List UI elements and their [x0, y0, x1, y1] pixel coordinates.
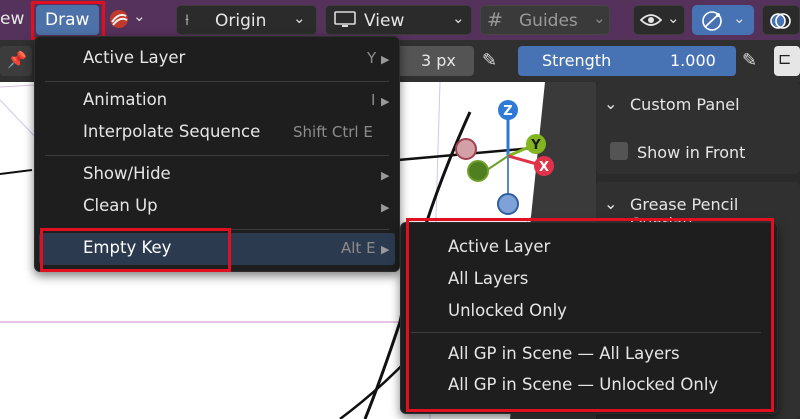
- pin-button[interactable]: 📌: [0, 46, 32, 76]
- lock-icon: ⊏: [778, 49, 792, 68]
- menu-separator: [45, 155, 389, 156]
- submenu-arrow-icon: ▶: [381, 53, 390, 66]
- shortcut-alt-e: Alt E: [341, 239, 376, 257]
- shortcut-y: Y: [367, 49, 377, 67]
- show-in-front-checkbox[interactable]: [610, 142, 628, 160]
- submenu-arrow-icon: ▶: [381, 243, 390, 256]
- overlays-button[interactable]: [762, 5, 800, 35]
- monitor-icon: [334, 11, 356, 33]
- menu-item-active-layer-label: Active Layer: [83, 48, 186, 67]
- transform-pivot-icon: ⟊: [185, 10, 190, 29]
- submenu-arrow-icon: ▶: [381, 201, 390, 214]
- viewport-header: ew Draw ⌄ ⟊ Origin ⌄ View ⌄ # Guides ⌄ ⌄…: [0, 0, 800, 40]
- lock-toggle[interactable]: ⊏: [774, 46, 800, 76]
- submenu-arrow-icon: ▶: [381, 169, 390, 182]
- view-label: View: [364, 11, 405, 31]
- custom-panel: ⌄ Custom Panel Show in Front: [596, 82, 800, 174]
- pivot-label: Origin: [215, 11, 267, 31]
- menu-item-active-layer[interactable]: Active Layer: [83, 48, 185, 67]
- custom-panel-title[interactable]: Custom Panel: [630, 95, 740, 114]
- strength-slider[interactable]: Strength 1.000: [518, 46, 736, 76]
- thickness-value: 3 px: [421, 51, 456, 70]
- curve-editing-toggle[interactable]: ⌄: [692, 5, 754, 35]
- menu-item-show-hide[interactable]: Show/Hide: [83, 164, 171, 183]
- chevron-down-icon: ⌄: [293, 9, 306, 27]
- overlay-icon: [769, 10, 791, 36]
- pressure-pen-icon[interactable]: ✎: [482, 50, 497, 71]
- strength-label: Strength: [542, 51, 612, 70]
- view-dropdown[interactable]: View ⌄: [325, 5, 472, 35]
- curve-icon: [700, 10, 724, 36]
- navigation-gizmo[interactable]: Z Y X: [448, 96, 568, 226]
- gizmo-x-label: X: [539, 160, 549, 175]
- pivot-dropdown[interactable]: ⟊ Origin ⌄: [176, 5, 317, 35]
- eye-icon: [639, 12, 663, 32]
- shortcut-i: I: [371, 91, 376, 109]
- menu-item-clean-up[interactable]: Clean Up: [83, 196, 158, 215]
- chevron-down-icon[interactable]: ⌄: [604, 94, 617, 113]
- submenu-arrow-icon: ▶: [381, 95, 390, 108]
- visibility-dropdown[interactable]: ⌄: [633, 5, 685, 35]
- thickness-field[interactable]: 3 px: [396, 46, 474, 76]
- menu-separator: [45, 81, 389, 82]
- shortcut-shift-ctrl-e: Shift Ctrl E: [293, 123, 373, 141]
- guides-label: Guides: [519, 11, 578, 31]
- highlight-box-empty-key: [40, 228, 231, 272]
- chevron-down-icon: ⌄: [667, 9, 680, 27]
- chevron-down-icon[interactable]: ⌄: [604, 194, 617, 213]
- highlight-box-draw: [31, 1, 105, 40]
- gizmo-y-label: Y: [530, 138, 541, 153]
- gizmo-z-label: Z: [503, 104, 512, 119]
- chevron-down-icon: ⌄: [452, 9, 465, 27]
- pressure-pen-icon[interactable]: ✎: [742, 50, 757, 71]
- material-icon[interactable]: [108, 8, 130, 30]
- strength-value: 1.000: [670, 51, 716, 70]
- view-menu-partial[interactable]: ew: [0, 9, 24, 29]
- chevron-down-icon: ⌄: [593, 9, 606, 27]
- guides-dropdown[interactable]: # Guides ⌄: [480, 5, 610, 35]
- chevron-down-icon[interactable]: ⌄: [133, 7, 146, 25]
- highlight-box-submenu: [406, 218, 774, 412]
- menu-item-animation[interactable]: Animation: [83, 90, 167, 109]
- chevron-down-icon: ⌄: [733, 9, 746, 27]
- grid-icon: #: [487, 9, 503, 31]
- show-in-front-label: Show in Front: [637, 143, 746, 162]
- menu-item-interpolate-sequence[interactable]: Interpolate Sequence: [83, 122, 260, 141]
- pin-icon: 📌: [7, 50, 27, 69]
